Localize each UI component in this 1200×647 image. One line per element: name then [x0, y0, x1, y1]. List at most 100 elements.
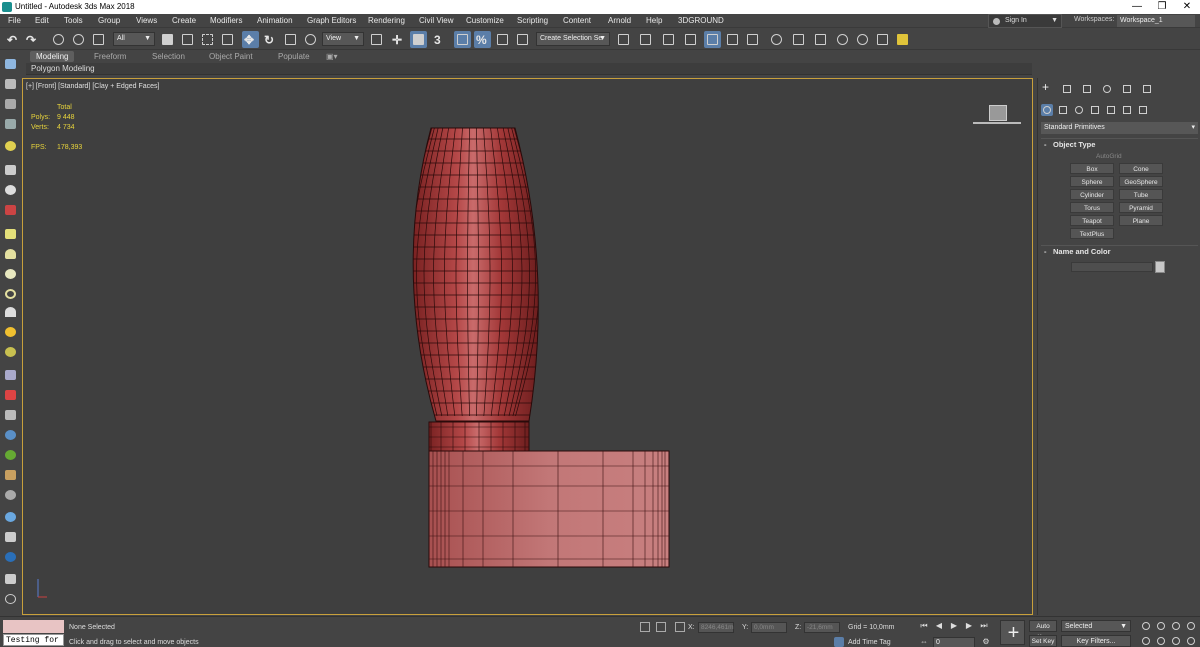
textplus-button[interactable]: TextPlus [1070, 228, 1114, 239]
menu-rendering[interactable]: Rendering [368, 15, 405, 27]
selection-filter-select[interactable]: All ▼ [113, 32, 155, 46]
base-box[interactable] [428, 450, 670, 568]
dynamics-tool-button[interactable] [3, 203, 18, 217]
menu-modifiers[interactable]: Modifiers [210, 15, 242, 27]
brush-tool-button[interactable] [3, 388, 18, 402]
ribbon-toggle-button[interactable] [704, 31, 721, 48]
redo-button[interactable]: ↷ [24, 31, 41, 48]
menu-views[interactable]: Views [136, 15, 157, 27]
named-selection-set-select[interactable]: Create Selection Se ▼ [536, 32, 610, 46]
menu-3dground[interactable]: 3DGROUND [678, 15, 724, 27]
layer-side-button[interactable] [3, 97, 18, 111]
helpers-category[interactable] [1105, 104, 1117, 116]
space-warps-category[interactable] [1121, 104, 1133, 116]
sign-in-button[interactable]: Sign In ▼ [988, 14, 1062, 28]
menu-civil-view[interactable]: Civil View [419, 15, 454, 27]
utilities-tab[interactable] [1141, 83, 1153, 95]
x-coordinate-field[interactable]: 8246,461m [698, 622, 734, 633]
help-tool-button[interactable] [3, 592, 18, 606]
cylinder-button[interactable]: Cylinder [1070, 189, 1114, 200]
absolute-mode-icon[interactable] [675, 622, 685, 632]
ribbon-options-icon[interactable]: ▣▾ [326, 51, 338, 62]
set-keys-button[interactable]: + [1000, 620, 1025, 645]
bottle-body[interactable] [403, 127, 563, 422]
zoom-extents-icon[interactable] [1170, 620, 1182, 631]
geosphere-button[interactable]: GeoSphere [1119, 176, 1163, 187]
tab-selection[interactable]: Selection [152, 51, 185, 62]
sphere-button[interactable]: Sphere [1070, 176, 1114, 187]
hemisphere-tool-button[interactable] [3, 247, 18, 261]
maxscript-listener-output[interactable] [3, 620, 64, 633]
foliage-tool-button[interactable] [3, 448, 18, 462]
select-place-button[interactable] [302, 31, 319, 48]
file-tool-button[interactable] [3, 572, 18, 586]
close-button[interactable]: ✕ [1175, 0, 1199, 14]
sun-tool-button[interactable] [3, 325, 18, 339]
select-object-button[interactable] [159, 31, 176, 48]
maximize-button[interactable]: ❐ [1150, 0, 1174, 14]
field-of-view-icon[interactable] [1140, 635, 1152, 646]
window-crossing-button[interactable] [219, 31, 236, 48]
bottle-neck[interactable] [428, 421, 530, 453]
globe-tool-button[interactable] [3, 428, 18, 442]
auto-key-button[interactable]: Auto Key [1029, 620, 1057, 641]
lights-category[interactable] [1073, 104, 1085, 116]
orbit-icon[interactable] [1170, 635, 1182, 646]
menu-arnold[interactable]: Arnold [608, 15, 631, 27]
walker-tool-button[interactable] [3, 468, 18, 482]
menu-create[interactable]: Create [172, 15, 196, 27]
render-in-cloud-button[interactable] [874, 31, 891, 48]
ball-tool-button[interactable] [3, 510, 18, 524]
display-tab[interactable] [1121, 83, 1133, 95]
pivot-center-button[interactable] [368, 31, 385, 48]
name-color-rollout-header[interactable]: - Name and Color [1041, 245, 1198, 257]
spinner-snap-button[interactable] [494, 31, 511, 48]
create-tab[interactable]: + [1041, 80, 1053, 95]
time-config-button[interactable]: ⚙ [980, 636, 992, 647]
align-button[interactable] [637, 31, 654, 48]
isolate-selection-icon[interactable] [640, 622, 650, 632]
render-production-button[interactable] [834, 31, 851, 48]
unlink-button[interactable] [70, 31, 87, 48]
pyramid-button[interactable]: Pyramid [1119, 202, 1163, 213]
modify-tab[interactable] [1061, 83, 1073, 95]
hierarchy-tab[interactable] [1081, 83, 1093, 95]
reference-coordinate-select[interactable]: View ▼ [322, 32, 364, 46]
add-time-tag-button[interactable]: Add Time Tag [848, 639, 891, 646]
cone-button[interactable]: Cone [1119, 163, 1163, 174]
plane-button[interactable]: Plane [1119, 215, 1163, 226]
teapot-button[interactable]: Teapot [1070, 215, 1114, 226]
plugin-button[interactable] [894, 31, 911, 48]
select-by-name-button[interactable] [179, 31, 196, 48]
bottle-model[interactable] [403, 121, 693, 571]
plane-tool-button[interactable] [3, 227, 18, 241]
rendered-frame-window-button[interactable] [812, 31, 829, 48]
current-frame-field[interactable]: 0 [933, 637, 975, 647]
edit-named-selection-button[interactable] [514, 31, 531, 48]
menu-content[interactable]: Content [563, 15, 591, 27]
undo-button[interactable]: ↶ [5, 31, 22, 48]
crowd-tool-button[interactable] [3, 488, 18, 502]
render-setup-button[interactable] [790, 31, 807, 48]
snaps-toggle-button[interactable]: 3 [432, 31, 449, 48]
zoom-icon[interactable] [1140, 620, 1152, 631]
menu-help[interactable]: Help [646, 15, 662, 27]
object-color-swatch[interactable] [1155, 261, 1165, 273]
shapes-category[interactable] [1057, 104, 1069, 116]
tab-freeform[interactable]: Freeform [94, 51, 126, 62]
tube-button[interactable]: Tube [1119, 189, 1163, 200]
mirror-button[interactable] [615, 31, 632, 48]
material-editor-button[interactable] [768, 31, 785, 48]
select-move-button[interactable]: ✥ [242, 31, 259, 48]
menu-edit[interactable]: Edit [35, 15, 49, 27]
autogrid-checkbox[interactable]: AutoGrid [1096, 153, 1122, 160]
layer-explorer-button[interactable] [682, 31, 699, 48]
torus-tool-button[interactable] [3, 287, 18, 301]
select-scale-button[interactable] [282, 31, 299, 48]
menu-scripting[interactable]: Scripting [517, 15, 548, 27]
viewcube-ring[interactable] [973, 122, 1021, 126]
menu-file[interactable]: File [8, 15, 21, 27]
play-button[interactable]: ▶ [948, 620, 960, 631]
scene-explorer-side-button[interactable] [3, 77, 18, 91]
hair-tool-button[interactable] [3, 368, 18, 382]
